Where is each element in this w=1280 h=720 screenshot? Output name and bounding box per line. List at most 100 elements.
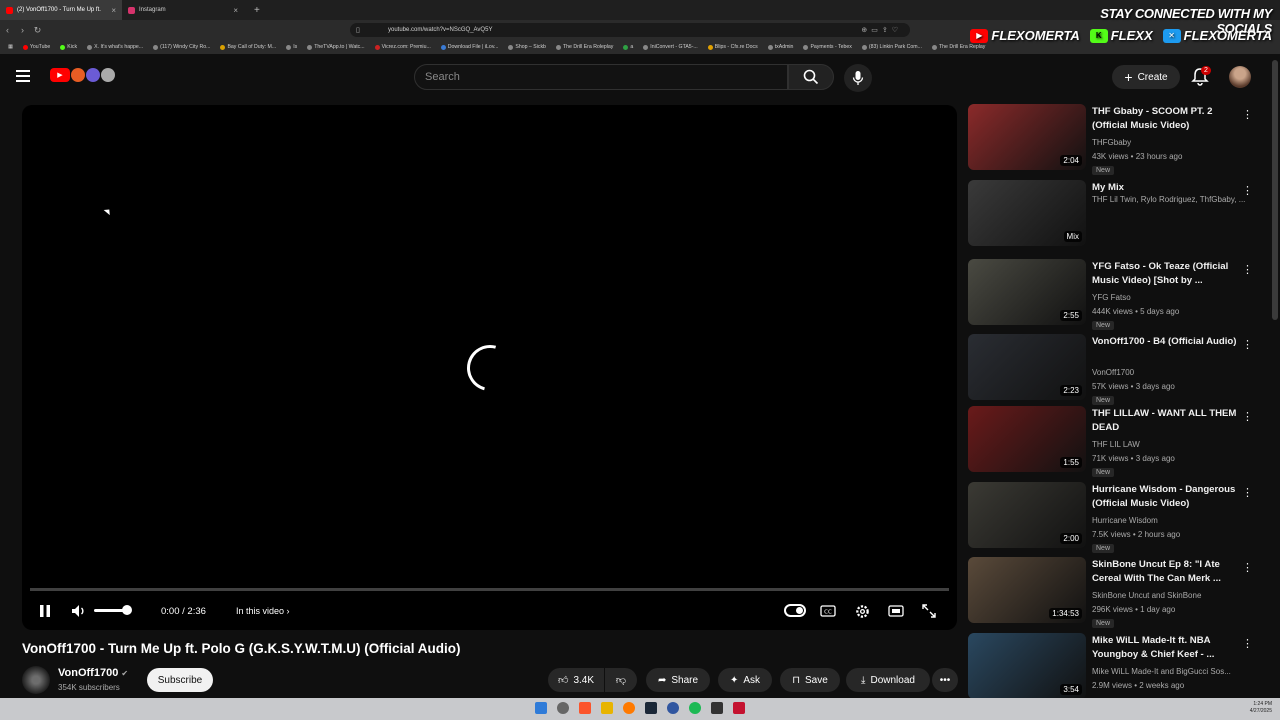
pause-button[interactable] [36, 602, 54, 620]
recommended-video-title[interactable]: Mike WiLL Made-It ft. NBA Youngboy & Chi… [1092, 634, 1242, 662]
close-tab-icon[interactable]: × [233, 6, 238, 15]
bookmark-item[interactable]: Bay Call of Duty: M... [216, 44, 280, 50]
like-button[interactable]: 👍︎ 3.4K [548, 668, 604, 692]
more-vertical-icon[interactable]: ⋮ [1242, 637, 1253, 650]
video-thumbnail[interactable]: 2:00 [968, 482, 1086, 548]
spotify-icon[interactable] [689, 702, 701, 714]
bookmark-item[interactable]: Blips - Cfx.re Docs [704, 44, 762, 50]
video-thumbnail[interactable]: Mix [968, 180, 1086, 246]
progress-bar[interactable] [30, 588, 949, 591]
search-input[interactable]: Search [414, 64, 788, 90]
bookmark-item[interactable]: X. It's what's happe... [83, 44, 147, 50]
recommended-video[interactable]: 1:55 THF LILLAW - WANT ALL THEM DEAD THF L… [968, 406, 1258, 477]
recommended-channel-name[interactable]: Mike WiLL Made-It and BigGucci Sos... [1092, 667, 1252, 676]
settings-button[interactable] [853, 602, 871, 620]
dislike-button[interactable]: 👎︎ [605, 668, 637, 692]
bookmark-item[interactable]: Shop – Sickb [504, 44, 550, 50]
account-avatar[interactable] [1229, 66, 1251, 88]
app-icon[interactable] [667, 702, 679, 714]
bookmark-item[interactable]: Payments - Tebex [799, 44, 855, 50]
more-vertical-icon[interactable]: ⋮ [1242, 184, 1253, 197]
bookmark-item[interactable]: txAdmin [764, 44, 798, 50]
recommended-channel-name[interactable]: THF Lil Twin, Rylo Rodriguez, ThfGbaby, … [1092, 195, 1252, 204]
app-icon[interactable] [733, 702, 745, 714]
recommended-video-title[interactable]: THF LILLAW - WANT ALL THEM DEAD [1092, 407, 1242, 435]
recommended-channel-name[interactable]: THFGbaby [1092, 138, 1252, 147]
more-vertical-icon[interactable]: ⋮ [1242, 108, 1253, 121]
browser-tab-youtube[interactable]: (2) VonOff1700 - Turn Me Up ft. × [0, 0, 122, 20]
more-vertical-icon[interactable]: ⋮ [1242, 338, 1253, 351]
steam-icon[interactable] [645, 702, 657, 714]
recommended-channel-name[interactable]: THF LIL LAW [1092, 440, 1252, 449]
terminal-icon[interactable] [711, 702, 723, 714]
recommended-video[interactable]: Mix My Mix THF Lil Twin, Rylo Rodriguez, T… [968, 180, 1258, 248]
mute-button[interactable] [70, 602, 88, 620]
bookmark-item[interactable]: (117) Windy City Ro... [149, 44, 214, 50]
subscribe-button[interactable]: Subscribe [147, 668, 213, 692]
recommended-video-title[interactable]: VonOff1700 - B4 (Official Audio) [1092, 335, 1242, 349]
recommended-video-title[interactable]: Hurricane Wisdom - Dangerous (Official M… [1092, 483, 1242, 511]
bookmark-item[interactable]: IniConvert - GTA5-... [639, 44, 701, 50]
recommended-video-title[interactable]: THF Gbaby - SCOOM PT. 2 (Official Music … [1092, 105, 1242, 133]
recommended-video[interactable]: 2:00 Hurricane Wisdom - Dangerous (Offici… [968, 482, 1258, 553]
bookmark-item[interactable]: The Drill Era Roleplay [552, 44, 617, 50]
search-taskbar-icon[interactable] [557, 702, 569, 714]
start-icon[interactable] [535, 702, 547, 714]
page-scrollbar[interactable] [1272, 60, 1278, 320]
more-vertical-icon[interactable]: ⋮ [1242, 486, 1253, 499]
brave-browser-icon[interactable] [579, 702, 591, 714]
bookmark-item[interactable]: Vicrez.com: Premiu... [371, 44, 435, 50]
bookmark-item[interactable]: Download File | iLov... [437, 44, 503, 50]
more-vertical-icon[interactable]: ⋮ [1242, 263, 1253, 276]
bookmark-item[interactable]: Is [282, 44, 301, 50]
channel-avatar[interactable] [22, 666, 50, 694]
download-button[interactable]: ⤓ Download [846, 668, 930, 692]
bookmark-item[interactable]: The Drill Era Replay [928, 44, 989, 50]
save-button[interactable]: ⊓ Save [780, 668, 840, 692]
bookmark-item[interactable]: (83) Linkin Park Com... [858, 44, 926, 50]
bookmark-item[interactable]: a [619, 44, 637, 50]
reload-icon[interactable]: ↻ [30, 25, 45, 36]
system-tray-clock[interactable]: 1:24 PM 4/27/2025 [1250, 701, 1272, 715]
bookmark-item[interactable]: YouTube [19, 44, 54, 50]
autoplay-toggle[interactable] [784, 604, 806, 617]
share-button[interactable]: ➦ Share [646, 668, 710, 692]
bookmark-item[interactable]: TheTVApp.to | Watc... [303, 44, 368, 50]
recommended-channel-name[interactable]: Hurricane Wisdom [1092, 516, 1252, 525]
bookmark-icon[interactable]: ▯ [356, 26, 360, 34]
theater-mode-button[interactable] [887, 602, 905, 620]
browser-tab-instagram[interactable]: Instagram × [122, 0, 244, 20]
video-thumbnail[interactable]: 1:55 [968, 406, 1086, 472]
more-vertical-icon[interactable]: ⋮ [1242, 410, 1253, 423]
recommended-channel-name[interactable]: VonOff1700 [1092, 368, 1252, 377]
recommended-video-title[interactable]: SkinBone Uncut Ep 8: "I Ate Cereal With … [1092, 558, 1242, 586]
recommended-video[interactable]: 3:54 Mike WiLL Made-It ft. NBA Youngboy &… [968, 633, 1258, 701]
file-explorer-icon[interactable] [601, 702, 613, 714]
more-actions-button[interactable]: ••• [932, 668, 958, 692]
video-player[interactable]: 0:00 / 2:36 In this video › CC [22, 105, 957, 630]
create-button[interactable]: + Create [1112, 65, 1180, 89]
more-vertical-icon[interactable]: ⋮ [1242, 561, 1253, 574]
close-tab-icon[interactable]: × [111, 6, 116, 15]
back-icon[interactable]: ‹ [0, 25, 15, 35]
recommended-video[interactable]: 2:04 THF Gbaby - SCOOM PT. 2 (Official Mu… [968, 104, 1258, 175]
volume-slider-handle[interactable] [122, 605, 132, 615]
recommended-video[interactable]: 2:23 VonOff1700 - B4 (Official Audio) VonO… [968, 334, 1258, 405]
fullscreen-button[interactable] [920, 602, 938, 620]
recommended-video-title[interactable]: YFG Fatso - Ok Teaze (Official Music Vid… [1092, 260, 1242, 288]
captions-button[interactable]: CC [819, 602, 837, 620]
recommended-channel-name[interactable]: SkinBone Uncut and SkinBone [1092, 591, 1252, 600]
ask-button[interactable]: ✦ Ask [718, 668, 772, 692]
recommended-channel-name[interactable]: YFG Fatso [1092, 293, 1252, 302]
search-button[interactable] [788, 64, 834, 90]
voice-search-button[interactable] [844, 64, 872, 92]
app-icon[interactable] [623, 702, 635, 714]
bookmark-item[interactable]: Kick [56, 44, 81, 50]
new-tab-icon[interactable]: + [244, 5, 270, 16]
recommended-video[interactable]: 1:34:53 SkinBone Uncut Ep 8: "I Ate Cerea… [968, 557, 1258, 628]
video-thumbnail[interactable]: 2:23 [968, 334, 1086, 400]
apps-grid-icon[interactable]: ▦ [4, 44, 17, 50]
video-thumbnail[interactable]: 3:54 [968, 633, 1086, 699]
address-bar[interactable]: ▯ youtube.com/watch?v=NScGQ_AvQ5Y ⊕▭⇪♡ [350, 23, 910, 37]
video-thumbnail[interactable]: 2:55 [968, 259, 1086, 325]
